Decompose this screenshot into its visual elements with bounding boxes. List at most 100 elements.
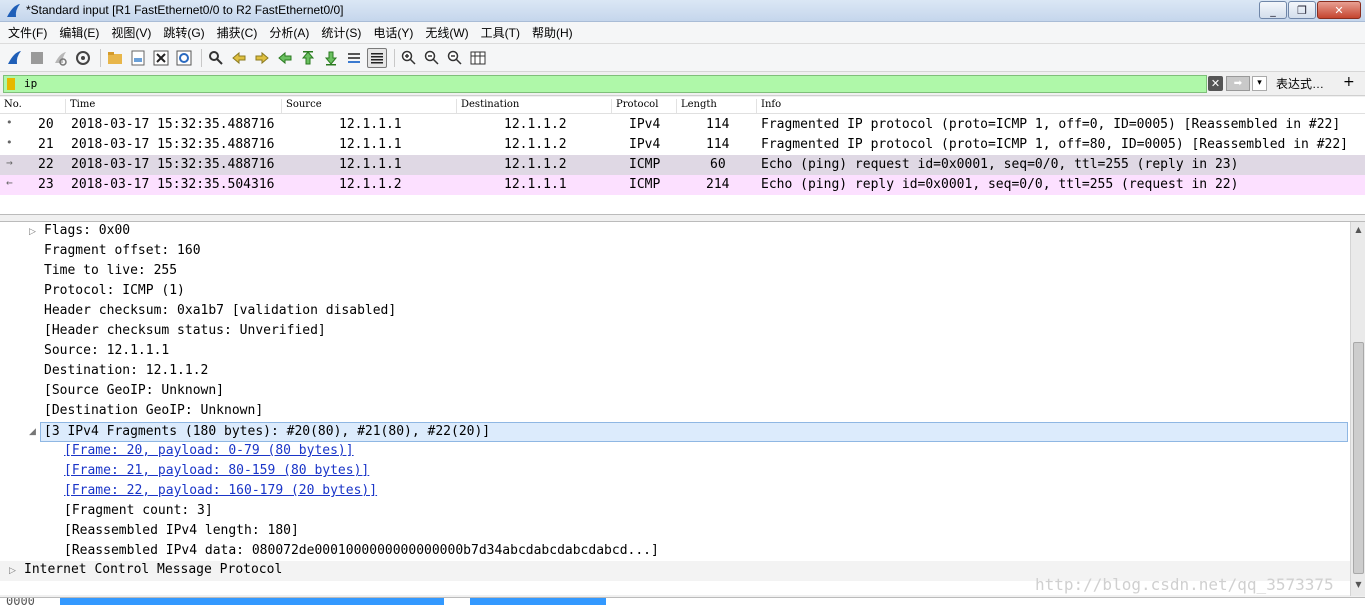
packet-row[interactable]: → 22 2018-03-17 15:32:35.488716 12.1.1.1… (0, 155, 1365, 175)
menu-tools[interactable]: 工具(T) (475, 23, 526, 43)
detail-line[interactable]: [Source GeoIP: Unknown] (44, 383, 224, 403)
packet-time: 2018-03-17 15:32:35.504316 (71, 177, 275, 192)
zoom-normal-button[interactable] (445, 48, 465, 68)
find-packet-button[interactable] (206, 48, 226, 68)
resize-columns-button[interactable] (468, 48, 488, 68)
packet-row[interactable]: • 21 2018-03-17 15:32:35.488716 12.1.1.1… (0, 135, 1365, 155)
menu-help[interactable]: 帮助(H) (526, 23, 579, 43)
menu-wireless[interactable]: 无线(W) (419, 23, 474, 43)
menu-edit[interactable]: 编辑(E) (53, 23, 105, 43)
resize-columns-icon (470, 51, 486, 64)
folder-icon (108, 51, 122, 64)
expression-button[interactable]: 表达式… (1276, 75, 1324, 92)
menu-go[interactable]: 跳转(G) (157, 23, 210, 43)
zoom-in-icon (401, 50, 416, 65)
save-file-button[interactable] (128, 48, 148, 68)
detail-line[interactable]: Time to live: 255 (44, 263, 177, 283)
close-file-button[interactable] (151, 48, 171, 68)
last-packet-button[interactable] (321, 48, 341, 68)
close-button[interactable]: ✕ (1317, 1, 1361, 19)
fragment-frame-link[interactable]: [Frame: 22, payload: 160-179 (20 bytes)] (64, 483, 377, 503)
column-header-length[interactable]: Length (677, 99, 757, 113)
reload-file-button[interactable] (174, 48, 194, 68)
stop-capture-button[interactable] (27, 48, 47, 68)
open-file-button[interactable] (105, 48, 125, 68)
details-scrollbar[interactable]: ▲ ▼ (1350, 222, 1365, 596)
detail-line-fragments-selected[interactable]: [3 IPv4 Fragments (180 bytes): #20(80), … (40, 422, 1348, 442)
detail-line[interactable]: [Reassembled IPv4 data: 080072de00010000… (64, 543, 659, 563)
scrollbar-thumb[interactable] (1353, 342, 1364, 574)
go-to-packet-button[interactable] (275, 48, 295, 68)
detail-line[interactable]: [Destination GeoIP: Unknown] (44, 403, 263, 423)
detail-line[interactable]: Flags: 0x00 (44, 223, 130, 243)
packet-source: 12.1.1.1 (339, 117, 402, 132)
packet-row-marker: • (6, 116, 13, 129)
packet-protocol: ICMP (629, 157, 661, 172)
menu-view[interactable]: 视图(V) (105, 23, 157, 43)
column-header-destination[interactable]: Destination (457, 99, 612, 113)
minimize-button[interactable]: _ (1259, 1, 1287, 19)
fragment-frame-link[interactable]: [Frame: 20, payload: 0-79 (80 bytes)] (64, 443, 354, 463)
detail-line[interactable]: Source: 12.1.1.1 (44, 343, 169, 363)
menu-statistics[interactable]: 统计(S) (315, 23, 367, 43)
menu-analyze[interactable]: 分析(A) (263, 23, 315, 43)
column-header-time[interactable]: Time (66, 99, 282, 113)
scroll-down-icon[interactable]: ▼ (1353, 580, 1364, 591)
display-filter-input[interactable]: ip (3, 75, 1207, 93)
bookmark-icon[interactable] (7, 78, 15, 90)
detail-line[interactable]: [Reassembled IPv4 length: 180] (64, 523, 299, 543)
goto-packet-icon (278, 51, 292, 64)
apply-filter-button[interactable]: ➡ (1226, 76, 1250, 91)
packet-row[interactable]: • 20 2018-03-17 15:32:35.488716 12.1.1.1… (0, 115, 1365, 135)
column-header-protocol[interactable]: Protocol (612, 99, 677, 113)
go-back-button[interactable] (229, 48, 249, 68)
packet-row[interactable]: ← 23 2018-03-17 15:32:35.504316 12.1.1.2… (0, 175, 1365, 195)
expand-arrow-icon[interactable]: ▷ (9, 566, 16, 576)
menu-file[interactable]: 文件(F) (2, 23, 53, 43)
fragment-frame-link[interactable]: [Frame: 21, payload: 80-159 (80 bytes)] (64, 463, 369, 483)
save-icon (131, 50, 145, 65)
start-capture-button[interactable] (4, 48, 24, 68)
detail-line[interactable]: [Fragment count: 3] (64, 503, 213, 523)
column-header-source[interactable]: Source (282, 99, 457, 113)
packet-no: 20 (38, 117, 54, 132)
packet-destination: 12.1.1.2 (504, 117, 567, 132)
expand-arrow-icon[interactable]: ▷ (29, 227, 36, 237)
go-forward-button[interactable] (252, 48, 272, 68)
auto-scroll-button[interactable] (344, 48, 364, 68)
detail-line[interactable]: Fragment offset: 160 (44, 243, 201, 263)
colorize-lines-icon (371, 52, 383, 63)
clear-filter-button[interactable]: ✕ (1208, 76, 1223, 91)
packet-list-header: No. Time Source Destination Protocol Len… (0, 97, 1365, 114)
column-header-no[interactable]: No. (0, 99, 66, 113)
restart-capture-button[interactable] (50, 48, 70, 68)
maximize-button[interactable]: ❐ (1288, 1, 1316, 19)
bytes-offset: 0000 (6, 597, 35, 605)
scroll-up-icon[interactable]: ▲ (1353, 225, 1364, 236)
restart-icon (55, 51, 67, 66)
detail-line[interactable]: Header checksum: 0xa1b7 [validation disa… (44, 303, 396, 323)
add-filter-button[interactable]: + (1343, 74, 1355, 90)
zoom-out-button[interactable] (422, 48, 442, 68)
menu-capture[interactable]: 捕获(C) (211, 23, 264, 43)
first-packet-button[interactable] (298, 48, 318, 68)
detail-line[interactable]: Destination: 12.1.1.2 (44, 363, 208, 383)
capture-options-button[interactable] (73, 48, 93, 68)
arrow-right-icon: ➡ (1233, 78, 1243, 89)
column-header-info[interactable]: Info (757, 99, 1357, 113)
collapse-arrow-icon[interactable]: ◢ (29, 427, 36, 437)
menu-telephony[interactable]: 电话(Y) (367, 23, 419, 43)
detail-line[interactable]: Protocol: ICMP (1) (44, 283, 185, 303)
zoom-out-icon (424, 50, 439, 65)
display-filter-bar: ip ✕ ➡ ▾ 表达式… + (0, 72, 1365, 96)
close-file-icon (153, 50, 169, 65)
detail-line[interactable]: [Header checksum status: Unverified] (44, 323, 326, 343)
filter-history-dropdown[interactable]: ▾ (1252, 76, 1267, 91)
packet-protocol: IPv4 (629, 137, 661, 152)
bytes-hex-selection[interactable] (60, 598, 444, 605)
bytes-ascii-selection[interactable] (470, 598, 606, 605)
colorize-button[interactable] (367, 47, 387, 68)
zoom-in-button[interactable] (399, 48, 419, 68)
arrow-right-icon (255, 51, 269, 64)
packet-length: 60 (710, 157, 726, 172)
